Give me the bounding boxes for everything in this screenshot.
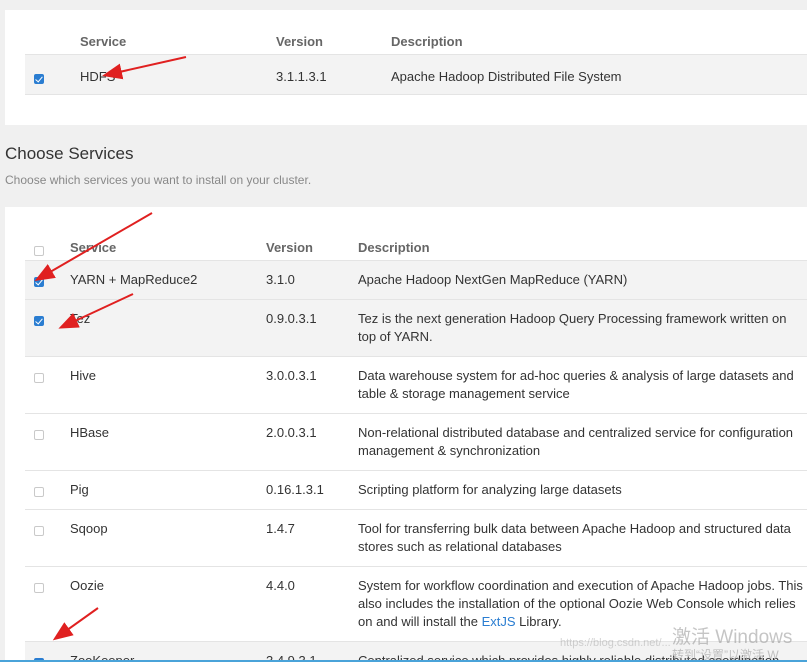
service-checkbox-tez[interactable]: [34, 316, 44, 327]
service-version: 3.0.0.3.1: [266, 355, 358, 413]
service-version: 4.4.0: [266, 565, 358, 641]
service-description: Apache Hadoop Distributed File System: [391, 53, 807, 95]
header-description: Description: [391, 34, 463, 50]
header-version: Version: [276, 34, 323, 50]
service-version: 3.4.9.3.1: [266, 640, 358, 662]
service-name: HDFS: [80, 53, 276, 95]
table-row[interactable]: YARN + MapReduce2 3.1.0 Apache Hadoop Ne…: [25, 259, 807, 299]
service-checkbox-oozie[interactable]: [34, 583, 44, 594]
service-name: Tez: [70, 298, 266, 356]
service-checkbox-sqoop[interactable]: [34, 526, 44, 537]
section-title: Choose Services: [5, 144, 134, 163]
service-description: Tez is the next generation Hadoop Query …: [358, 298, 807, 356]
table-row[interactable]: Hive 3.0.0.3.1 Data warehouse system for…: [25, 355, 807, 413]
service-version: 3.1.0: [266, 259, 358, 299]
installed-services-panel: Service Version Description HDFS 3.1.1.3…: [5, 10, 807, 125]
extjs-link[interactable]: ExtJS: [482, 614, 516, 629]
service-name: Pig: [70, 469, 266, 509]
service-checkbox-yarn[interactable]: [34, 277, 44, 288]
installed-services-table: Service Version Description HDFS 3.1.1.3…: [25, 21, 807, 95]
header-service: Service: [80, 34, 127, 50]
service-name: ZooKeeper: [70, 640, 266, 662]
service-version: 2.0.0.3.1: [266, 412, 358, 470]
section-subtitle: Choose which services you want to instal…: [5, 173, 312, 187]
table-row[interactable]: HBase 2.0.0.3.1 Non-relational distribut…: [25, 412, 807, 470]
service-description: Data warehouse system for ad-hoc queries…: [358, 355, 807, 413]
service-version: 1.4.7: [266, 508, 358, 566]
header-checkbox-cell: [25, 21, 80, 54]
service-name: Sqoop: [70, 508, 266, 566]
service-name: HBase: [70, 412, 266, 470]
choose-table-header: Service Version Description: [25, 225, 807, 260]
header-version: Version: [266, 240, 313, 256]
service-checkbox-hbase[interactable]: [34, 430, 44, 441]
service-name: Oozie: [70, 565, 266, 641]
select-all-checkbox[interactable]: [34, 245, 44, 256]
installed-table-header: Service Version Description: [25, 21, 807, 54]
service-description: Scripting platform for analyzing large d…: [358, 469, 807, 509]
service-version: 0.16.1.3.1: [266, 469, 358, 509]
blog-watermark: https://blog.csdn.net/...: [560, 637, 671, 649]
service-checkbox-hive[interactable]: [34, 373, 44, 384]
table-row[interactable]: HDFS 3.1.1.3.1 Apache Hadoop Distributed…: [25, 53, 807, 95]
service-name: Hive: [70, 355, 266, 413]
service-description: Tool for transferring bulk data between …: [358, 508, 807, 566]
choose-services-panel: Service Version Description YARN + MapRe…: [5, 207, 807, 662]
table-row[interactable]: Pig 0.16.1.3.1 Scripting platform for an…: [25, 469, 807, 509]
table-row[interactable]: Tez 0.9.0.3.1 Tez is the next generation…: [25, 298, 807, 356]
service-version: 0.9.0.3.1: [266, 298, 358, 356]
service-name: YARN + MapReduce2: [70, 259, 266, 299]
header-service: Service: [70, 240, 117, 256]
service-checkbox-hdfs[interactable]: [34, 74, 44, 85]
choose-services-table: Service Version Description YARN + MapRe…: [25, 225, 807, 662]
description-text-end: Library.: [515, 613, 562, 629]
service-version: 3.1.1.3.1: [276, 53, 391, 95]
table-row[interactable]: Sqoop 1.4.7 Tool for transferring bulk d…: [25, 508, 807, 566]
description-text: System for workflow coordination and exe…: [358, 577, 803, 629]
service-checkbox-pig[interactable]: [34, 487, 44, 498]
activation-watermark: 激活 Windows: [672, 627, 793, 648]
header-description: Description: [358, 240, 430, 256]
service-description: Apache Hadoop NextGen MapReduce (YARN): [358, 259, 807, 299]
service-description: Non-relational distributed database and …: [358, 412, 807, 470]
